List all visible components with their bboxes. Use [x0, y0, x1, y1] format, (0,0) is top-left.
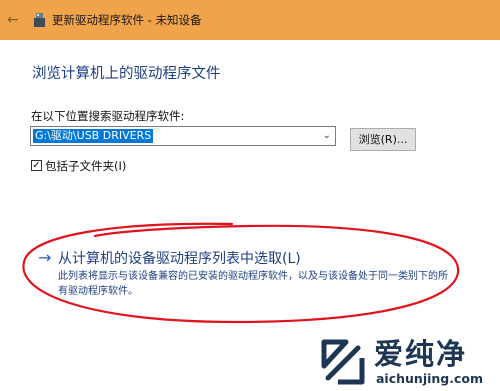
aichunjing-logo-icon [321, 339, 365, 385]
watermark-brand: 爱纯净 [374, 337, 468, 371]
watermark-url: aichunjing.com [376, 371, 484, 386]
red-annotation-ellipse [22, 222, 460, 324]
